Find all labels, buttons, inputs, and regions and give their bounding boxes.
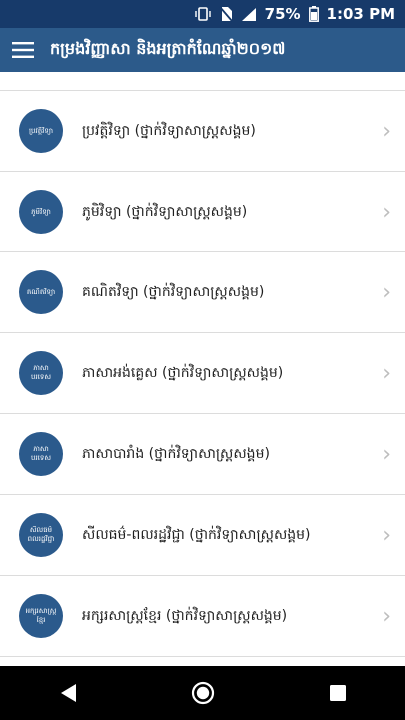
divider bbox=[0, 656, 405, 657]
list-item-label: ភាសាបារាំង (ថ្នាក់វិទ្យាសាស្ត្រសង្គម) bbox=[82, 445, 270, 462]
battery-icon bbox=[308, 6, 319, 22]
list-item-french[interactable]: ភាសា បរទេស ភាសាបារាំង (ថ្នាក់វិទ្យាសាស្ត្… bbox=[0, 414, 405, 494]
status-bar: 75% 1:03 PM bbox=[0, 0, 405, 28]
list-item-label: ភាសាអង់គ្លេស (ថ្នាក់វិទ្យាសាស្ត្រសង្គម) bbox=[82, 364, 284, 381]
subject-badge-icon: អក្សរសាស្ត្រ ខ្មែរ bbox=[19, 594, 63, 638]
navigation-bar bbox=[0, 666, 405, 720]
list-item-label: គណិតវិទ្យា (ថ្នាក់វិទ្យាសាស្ត្រសង្គម) bbox=[82, 283, 265, 300]
chevron-right-icon: › bbox=[382, 279, 391, 305]
signal-icon bbox=[241, 7, 257, 22]
subject-badge-icon: គណិតវិទ្យា bbox=[19, 270, 63, 314]
list-item-khmer-literature[interactable]: អក្សរសាស្ត្រ ខ្មែរ អក្សរសាស្ត្រខ្មែរ (ថ្ន… bbox=[0, 576, 405, 656]
chevron-right-icon: › bbox=[382, 603, 391, 629]
app-title: កម្រងវិញ្ញាសា និងអត្រាកំណែឆ្នាំ២០១៧ bbox=[50, 39, 286, 58]
home-icon[interactable] bbox=[173, 666, 233, 720]
list-item-label: អក្សរសាស្ត្រខ្មែរ (ថ្នាក់វិទ្យាសាស្ត្រសង… bbox=[82, 607, 288, 624]
subject-badge-icon: ភាសា បរទេស bbox=[19, 432, 63, 476]
back-icon[interactable] bbox=[38, 666, 98, 720]
list-item-label: ភូមិវិទ្យា (ថ្នាក់វិទ្យាសាស្ត្រសង្គម) bbox=[82, 203, 248, 220]
list-item-geography[interactable]: ភូមិវិទ្យា ភូមិវិទ្យា (ថ្នាក់វិទ្យាសាស្ត… bbox=[0, 172, 405, 252]
recents-icon[interactable] bbox=[308, 666, 368, 720]
list-item-history[interactable]: ប្រវត្តិវិទ្យា ប្រវត្តិវិទ្យា (ថ្នាក់វិទ… bbox=[0, 91, 405, 171]
chevron-right-icon: › bbox=[382, 441, 391, 467]
subject-badge-icon: សីលធម៌ ពលរដ្ឋវិជ្ជា bbox=[19, 513, 63, 557]
chevron-right-icon: › bbox=[382, 360, 391, 386]
hamburger-menu-icon[interactable] bbox=[0, 28, 46, 72]
chevron-right-icon: › bbox=[382, 199, 391, 225]
subject-list: ប្រវត្តិវិទ្យា ប្រវត្តិវិទ្យា (ថ្នាក់វិទ… bbox=[0, 72, 405, 666]
chevron-right-icon: › bbox=[382, 522, 391, 548]
subject-badge-icon: ភូមិវិទ្យា bbox=[19, 190, 63, 234]
list-item-mathematics[interactable]: គណិតវិទ្យា គណិតវិទ្យា (ថ្នាក់វិទ្យាសាស្ត… bbox=[0, 252, 405, 332]
list-item-label: ប្រវត្តិវិទ្យា (ថ្នាក់វិទ្យាសាស្ត្រសង្គម… bbox=[82, 122, 256, 139]
chevron-right-icon: › bbox=[382, 118, 391, 144]
subject-badge-icon: ប្រវត្តិវិទ្យា bbox=[19, 109, 63, 153]
subject-badge-icon: ភាសា បរទេស bbox=[19, 351, 63, 395]
list-item-morality-civics[interactable]: សីលធម៌ ពលរដ្ឋវិជ្ជា សីលធម៌-ពលរដ្ឋវិជ្ជា (… bbox=[0, 495, 405, 575]
list-item-english[interactable]: ភាសា បរទេស ភាសាអង់គ្លេស (ថ្នាក់វិទ្យាសាស្… bbox=[0, 333, 405, 413]
no-sim-icon bbox=[218, 6, 233, 22]
battery-percent: 75% bbox=[264, 5, 301, 23]
app-bar: កម្រងវិញ្ញាសា និងអត្រាកំណែឆ្នាំ២០១៧ bbox=[0, 28, 405, 72]
vibrate-icon bbox=[194, 7, 211, 21]
clock: 1:03 PM bbox=[326, 5, 395, 23]
list-item-label: សីលធម៌-ពលរដ្ឋវិជ្ជា (ថ្នាក់វិទ្យាសាស្ត្រ… bbox=[82, 526, 311, 543]
